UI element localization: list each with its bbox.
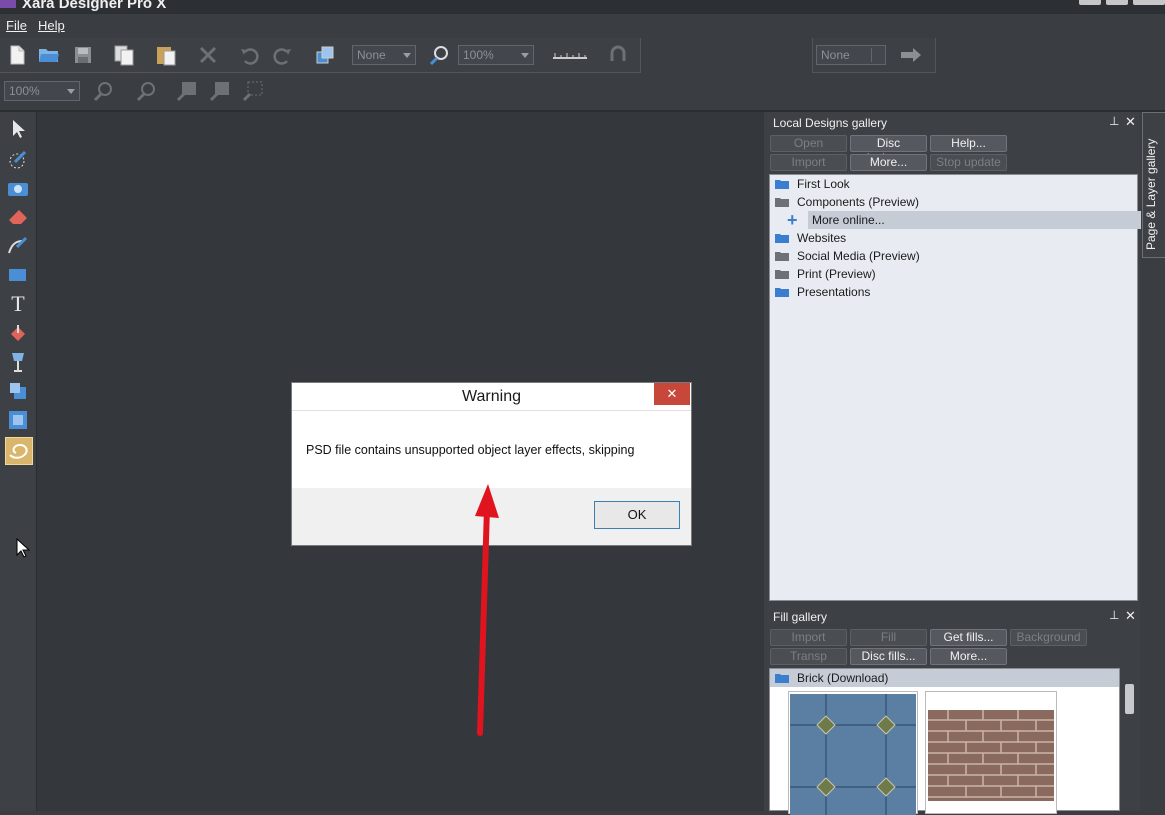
snap-magnet-icon[interactable] — [607, 44, 629, 66]
pin-icon[interactable]: ⊥ — [1109, 608, 1119, 622]
menu-help[interactable]: Help — [38, 18, 65, 33]
title-bar — [0, 0, 1165, 14]
mouse-cursor-icon — [16, 537, 31, 563]
selector-tool-icon[interactable] — [5, 116, 31, 142]
fill-gallery-title: Fill gallery — [773, 610, 828, 624]
delete-icon[interactable] — [197, 44, 219, 66]
list-item[interactable]: First Look — [770, 175, 1137, 193]
maximize-button[interactable] — [1106, 0, 1128, 5]
side-tab-label: Page & Layer gallery — [1144, 138, 1158, 250]
folder-icon — [775, 252, 789, 261]
zoom-combo[interactable]: 100% — [458, 45, 534, 65]
designs-open-button[interactable]: Open — [770, 135, 847, 152]
arrow-right-icon[interactable] — [900, 44, 922, 66]
context-toolbar — [0, 74, 1165, 112]
list-item[interactable]: Presentations — [770, 283, 1137, 301]
red-arrow-annotation — [475, 484, 499, 736]
zoom-selection-icon[interactable] — [242, 80, 264, 102]
zoom-100-icon[interactable] — [136, 80, 158, 102]
app-title: Xara Designer Pro X — [22, 0, 167, 12]
fill-import-button[interactable]: Import — [770, 629, 847, 646]
fill-category[interactable]: Brick (Download) — [770, 669, 1119, 687]
zoom-tool-icon[interactable] — [429, 44, 451, 66]
fill-thumbnail-brick[interactable] — [925, 691, 1057, 814]
fill-more-button[interactable]: More... — [930, 648, 1007, 665]
photo-tool-icon[interactable] — [5, 175, 31, 201]
pin-icon[interactable]: ⊥ — [1109, 114, 1119, 128]
divider — [292, 410, 691, 411]
list-item[interactable]: Components (Preview) — [770, 193, 1137, 211]
plus-icon: + — [787, 210, 798, 230]
folder-open-icon — [775, 198, 789, 207]
fill-gallery-header: Fill gallery ⊥ ✕ — [769, 608, 1139, 626]
redo-icon[interactable] — [272, 44, 294, 66]
background-button[interactable]: Background — [1010, 629, 1087, 646]
menu-bar — [0, 14, 1165, 38]
open-folder-icon[interactable] — [38, 44, 60, 66]
fill-tool-icon[interactable] — [5, 320, 31, 346]
close-gallery-icon[interactable]: ✕ — [1125, 114, 1136, 130]
arrange-icon[interactable] — [314, 44, 336, 66]
live-effects-tool-icon[interactable] — [5, 437, 33, 465]
minimize-button[interactable] — [1079, 0, 1101, 5]
ruler-icon[interactable] — [552, 44, 588, 66]
app-logo-icon — [0, 0, 16, 8]
close-gallery-icon[interactable]: ✕ — [1125, 608, 1136, 624]
folder-icon — [775, 270, 789, 279]
stop-update-button[interactable]: Stop update — [930, 154, 1007, 171]
secondary-combo[interactable]: None — [816, 45, 886, 65]
rectangle-tool-icon[interactable] — [5, 262, 31, 288]
list-item[interactable]: Print (Preview) — [770, 265, 1137, 283]
dialog-title: Warning — [462, 388, 521, 405]
folder-icon — [775, 180, 789, 189]
dialog-close-button[interactable]: ✕ — [654, 383, 690, 405]
folder-open-icon — [775, 674, 789, 683]
bevel-tool-icon[interactable] — [5, 407, 31, 433]
list-item-more-online[interactable]: + More online... — [770, 210, 1141, 230]
paste-icon[interactable] — [155, 44, 177, 66]
text-tool-icon[interactable]: T — [5, 291, 31, 317]
list-item[interactable]: Social Media (Preview) — [770, 247, 1137, 265]
zoom-in-icon[interactable] — [93, 80, 115, 102]
dialog-message: PSD file contains unsupported object lay… — [306, 443, 635, 457]
shadow-tool-icon[interactable] — [5, 378, 31, 404]
style-combo[interactable]: None — [352, 45, 416, 65]
list-item[interactable]: Websites — [770, 229, 1137, 247]
transparency-tool-icon[interactable] — [5, 349, 31, 375]
get-fills-button[interactable]: Get fills... — [930, 629, 1007, 646]
eraser-tool-icon[interactable] — [5, 204, 31, 230]
fill-list: Brick (Download) — [769, 668, 1120, 815]
folder-icon — [775, 234, 789, 243]
pen-tool-icon[interactable] — [5, 233, 31, 259]
folder-icon — [775, 288, 789, 297]
fill-thumbnail-tile[interactable] — [788, 691, 918, 815]
new-document-icon[interactable] — [6, 44, 28, 66]
zoom-spread-icon[interactable] — [209, 80, 231, 102]
designs-import-button[interactable]: Import — [770, 154, 847, 171]
disc-designs-button[interactable]: Disc designs... — [850, 135, 927, 165]
contour-tool-icon[interactable] — [5, 146, 31, 172]
ok-button[interactable]: OK — [594, 501, 680, 529]
transp-button[interactable]: Transp — [770, 648, 847, 665]
designs-help-button[interactable]: Help... — [930, 135, 1007, 152]
save-icon[interactable] — [72, 44, 94, 66]
zoom-page-icon[interactable] — [176, 80, 198, 102]
fill-button[interactable]: Fill — [850, 629, 927, 646]
designs-list: First Look Components (Preview) + More o… — [769, 174, 1141, 601]
menu-file[interactable]: File — [6, 18, 27, 33]
undo-icon[interactable] — [238, 44, 260, 66]
designs-gallery-title: Local Designs gallery — [773, 116, 888, 130]
copy-icon[interactable] — [113, 44, 135, 66]
designs-gallery-header: Local Designs gallery ⊥ ✕ — [769, 114, 1139, 132]
disc-fills-button[interactable]: Disc fills... — [850, 648, 927, 665]
context-zoom-combo[interactable]: 100% — [4, 81, 80, 101]
close-window-button[interactable] — [1133, 0, 1165, 5]
designs-more-button[interactable]: More... — [850, 154, 927, 171]
fill-scrollbar[interactable] — [1122, 670, 1138, 811]
